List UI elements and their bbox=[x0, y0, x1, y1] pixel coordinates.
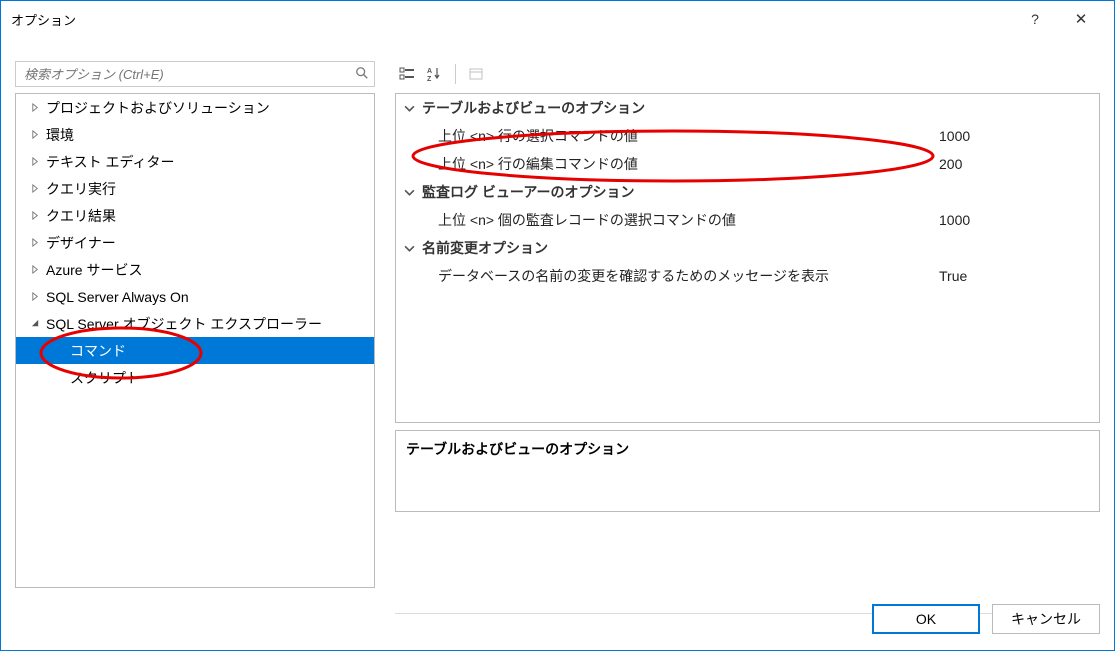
category-label: 監査ログ ビューアーのオプション bbox=[422, 182, 1099, 202]
tree-item-label: デザイナー bbox=[44, 233, 116, 253]
search-icon bbox=[350, 66, 374, 83]
chevron-down-icon[interactable] bbox=[26, 315, 44, 333]
toolbar-separator bbox=[455, 64, 456, 84]
tree-item-label: クエリ実行 bbox=[44, 179, 116, 199]
options-tree[interactable]: プロジェクトおよびソリューション環境テキスト エディタークエリ実行クエリ結果デザ… bbox=[15, 93, 375, 588]
svg-text:Z: Z bbox=[427, 76, 432, 82]
category-header[interactable]: 名前変更オプション bbox=[396, 234, 1099, 262]
ok-button[interactable]: OK bbox=[872, 604, 980, 634]
property-label: 上位 <n> 個の監査レコードの選択コマンドの値 bbox=[422, 210, 939, 230]
property-value[interactable]: 1000 bbox=[939, 128, 1099, 144]
tree-item[interactable]: プロジェクトおよびソリューション bbox=[16, 94, 374, 121]
tree-item[interactable]: SQL Server Always On bbox=[16, 283, 374, 310]
options-dialog: オプション ? ✕ プロジェクトおよびソリューション環境テキスト エディタークエ… bbox=[0, 0, 1115, 651]
tree-item[interactable]: テキスト エディター bbox=[16, 148, 374, 175]
description-title: テーブルおよびビューのオプション bbox=[406, 439, 1089, 459]
property-value[interactable]: 1000 bbox=[939, 212, 1099, 228]
chevron-right-icon[interactable] bbox=[26, 180, 44, 198]
property-grid[interactable]: テーブルおよびビューのオプション上位 <n> 行の選択コマンドの値1000上位 … bbox=[395, 93, 1100, 423]
categorized-button[interactable] bbox=[395, 62, 419, 86]
tree-item-label: テキスト エディター bbox=[44, 152, 175, 172]
window-title: オプション bbox=[11, 10, 76, 29]
tree-item[interactable]: コマンド bbox=[16, 337, 374, 364]
property-label: 上位 <n> 行の編集コマンドの値 bbox=[422, 154, 939, 174]
category-header[interactable]: 監査ログ ビューアーのオプション bbox=[396, 178, 1099, 206]
property-row[interactable]: 上位 <n> 行の選択コマンドの値1000 bbox=[396, 122, 1099, 150]
property-row[interactable]: 上位 <n> 行の編集コマンドの値200 bbox=[396, 150, 1099, 178]
tree-item[interactable]: 環境 bbox=[16, 121, 374, 148]
property-value[interactable]: 200 bbox=[939, 156, 1099, 172]
tree-item[interactable]: クエリ実行 bbox=[16, 175, 374, 202]
property-row[interactable]: 上位 <n> 個の監査レコードの選択コマンドの値1000 bbox=[396, 206, 1099, 234]
category-label: テーブルおよびビューのオプション bbox=[422, 98, 1099, 118]
alphabetical-button[interactable]: A Z bbox=[423, 62, 447, 86]
chevron-down-icon[interactable] bbox=[396, 103, 422, 114]
property-toolbar: A Z bbox=[395, 61, 488, 87]
chevron-right-icon[interactable] bbox=[26, 153, 44, 171]
property-description: テーブルおよびビューのオプション bbox=[395, 430, 1100, 512]
property-label: 上位 <n> 行の選択コマンドの値 bbox=[422, 126, 939, 146]
tree-item-label: プロジェクトおよびソリューション bbox=[44, 98, 270, 118]
tree-item-label: スクリプト bbox=[68, 368, 140, 388]
tree-item-label: 環境 bbox=[44, 125, 74, 145]
tree-item[interactable]: スクリプト bbox=[16, 364, 374, 391]
titlebar: オプション ? ✕ bbox=[1, 1, 1114, 37]
chevron-down-icon[interactable] bbox=[396, 243, 422, 254]
svg-text:A: A bbox=[427, 68, 432, 75]
search-input[interactable] bbox=[16, 67, 350, 82]
property-value[interactable]: True bbox=[939, 268, 1099, 284]
tree-item[interactable]: クエリ結果 bbox=[16, 202, 374, 229]
tree-item-label: SQL Server Always On bbox=[44, 289, 189, 305]
help-button[interactable]: ? bbox=[1012, 1, 1058, 37]
tree-item[interactable]: デザイナー bbox=[16, 229, 374, 256]
chevron-right-icon[interactable] bbox=[26, 261, 44, 279]
chevron-right-icon[interactable] bbox=[26, 126, 44, 144]
chevron-right-icon[interactable] bbox=[26, 234, 44, 252]
tree-item[interactable]: Azure サービス bbox=[16, 256, 374, 283]
chevron-right-icon[interactable] bbox=[26, 99, 44, 117]
tree-item-label: コマンド bbox=[68, 341, 126, 361]
search-box[interactable] bbox=[15, 61, 375, 87]
dialog-buttons: OK キャンセル bbox=[872, 604, 1100, 634]
category-label: 名前変更オプション bbox=[422, 238, 1099, 258]
tree-item[interactable]: SQL Server オブジェクト エクスプローラー bbox=[16, 310, 374, 337]
chevron-right-icon[interactable] bbox=[26, 207, 44, 225]
chevron-right-icon[interactable] bbox=[26, 288, 44, 306]
chevron-down-icon[interactable] bbox=[396, 187, 422, 198]
category-header[interactable]: テーブルおよびビューのオプション bbox=[396, 94, 1099, 122]
property-label: データベースの名前の変更を確認するためのメッセージを表示 bbox=[422, 266, 939, 286]
close-button[interactable]: ✕ bbox=[1058, 1, 1104, 37]
property-pages-button[interactable] bbox=[464, 62, 488, 86]
tree-item-label: Azure サービス bbox=[44, 260, 142, 280]
property-row[interactable]: データベースの名前の変更を確認するためのメッセージを表示True bbox=[396, 262, 1099, 290]
cancel-button[interactable]: キャンセル bbox=[992, 604, 1100, 634]
tree-item-label: クエリ結果 bbox=[44, 206, 116, 226]
tree-item-label: SQL Server オブジェクト エクスプローラー bbox=[44, 314, 322, 334]
